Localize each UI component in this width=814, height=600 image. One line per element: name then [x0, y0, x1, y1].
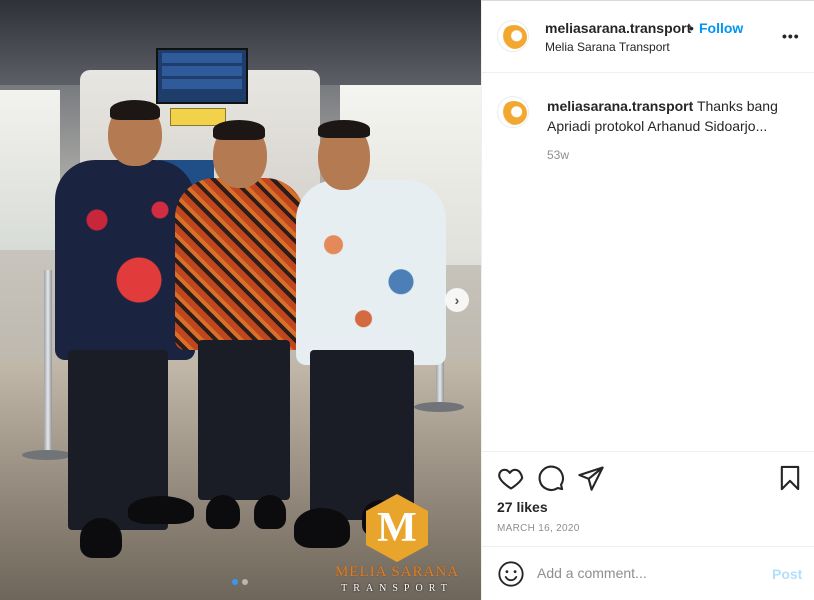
post-comment-button[interactable]: Post	[772, 566, 802, 582]
chevron-right-icon[interactable]: ›	[445, 288, 469, 312]
photo-stanchion	[44, 270, 52, 455]
more-options-icon[interactable]: •••	[782, 28, 800, 44]
photo-window-left	[0, 90, 60, 250]
watermark: M MELIA SARANA TRANSPORT	[322, 494, 472, 594]
account-display-name: Melia Sarana Transport	[545, 40, 670, 54]
smiley-icon[interactable]	[497, 560, 525, 588]
carousel-dot	[232, 579, 238, 585]
avatar[interactable]	[497, 20, 529, 52]
post-photo[interactable]: M MELIA SARANA TRANSPORT ›	[0, 0, 481, 600]
photo-stanchion-base	[414, 402, 464, 412]
watermark-subtitle: TRANSPORT	[341, 583, 453, 594]
comment-icon[interactable]	[537, 464, 565, 492]
caption: meliasarana.transport Thanks bang Apriad…	[547, 96, 802, 136]
photo-flight-screen	[156, 48, 248, 104]
post-header: meliasarana.transport • Follow Melia Sar…	[482, 0, 814, 73]
separator-dot: •	[689, 20, 694, 36]
caption-area: meliasarana.transport Thanks bang Apriad…	[482, 74, 814, 450]
comment-bar: Add a comment... Post	[482, 546, 814, 600]
watermark-logo: M	[366, 494, 428, 562]
post-age[interactable]: 53w	[547, 148, 569, 162]
caption-username[interactable]: meliasarana.transport	[547, 98, 693, 114]
avatar[interactable]	[497, 96, 529, 128]
carousel-indicator	[232, 579, 248, 585]
watermark-title: MELIA SARANA	[334, 564, 460, 580]
action-bar: 27 likes MARCH 16, 2020	[482, 451, 814, 546]
comment-input[interactable]: Add a comment...	[537, 565, 647, 581]
post-side-panel: meliasarana.transport • Follow Melia Sar…	[481, 0, 814, 600]
post-date: MARCH 16, 2020	[497, 523, 580, 534]
likes-count[interactable]: 27 likes	[497, 499, 548, 515]
photo-stanchion-base	[22, 450, 72, 460]
follow-button[interactable]: Follow	[699, 20, 743, 36]
heart-icon[interactable]	[497, 464, 525, 492]
username-link[interactable]: meliasarana.transport	[545, 20, 691, 36]
bookmark-icon[interactable]	[776, 464, 804, 492]
send-icon[interactable]	[577, 464, 605, 492]
carousel-dot	[242, 579, 248, 585]
